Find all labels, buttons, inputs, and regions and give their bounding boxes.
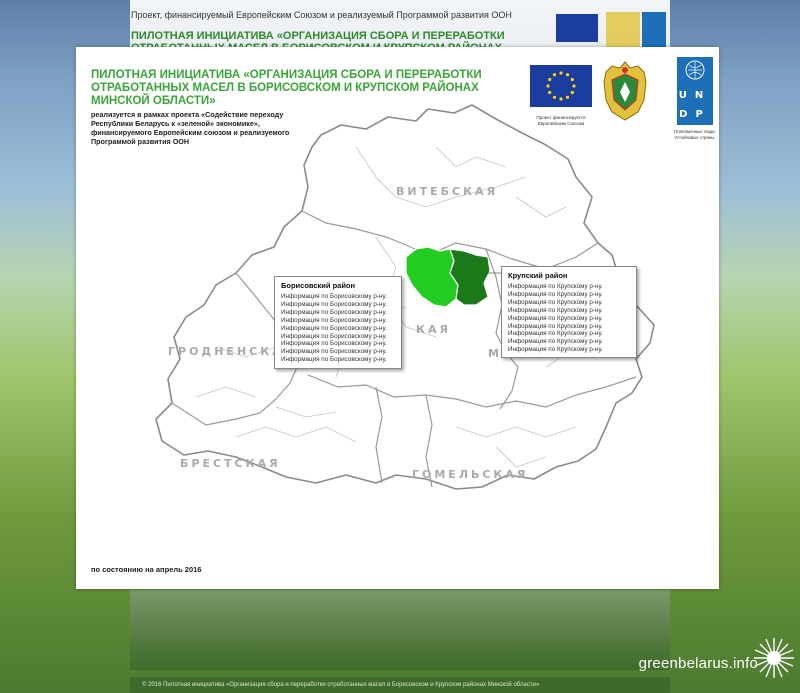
callout-borisov-line: Информация по Борисовскому р-ну. xyxy=(281,340,387,348)
svg-text:UN: UN xyxy=(679,90,712,101)
region-label-minsk: КАЯ xyxy=(416,323,451,336)
callout-borisov-line: Информация по Борисовскому р-ну. xyxy=(281,308,387,316)
callout-krupki-title: Крупский район xyxy=(508,271,568,280)
callout-borisov: Борисовский район Информация по Борисовс… xyxy=(274,276,402,369)
background-logos xyxy=(556,12,666,50)
callout-krupki-line: Информация по Крупскому р-ну. xyxy=(508,298,603,306)
callout-krupki-line: Информация по Крупскому р-ну. xyxy=(508,322,603,330)
svg-text:DP: DP xyxy=(679,109,711,120)
callout-borisov-line: Информация по Борисовскому р-ну. xyxy=(281,348,387,356)
panel-title: ПИЛОТНАЯ ИНИЦИАТИВА «ОРГАНИЗАЦИЯ СБОРА И… xyxy=(91,69,482,107)
callout-krupki-line: Информация по Крупскому р-ну. xyxy=(508,346,603,354)
background-trees xyxy=(130,590,670,670)
map-panel: ВИТЕБСКАЯ ГРОДНЕНСКАЯ КАЯ МОГИЛЕВСКАЯ БР… xyxy=(76,47,719,589)
borisov-district xyxy=(405,246,459,308)
sun-logo-icon xyxy=(754,638,794,678)
eu-caption: Проект финансируется Европейским Союзом xyxy=(536,115,586,126)
oblast-border-brest-gomel xyxy=(307,374,637,408)
callout-krupki-line: Информация по Крупскому р-ну. xyxy=(508,306,603,314)
panel-subtitle: реализуется в рамках проекта «Содействие… xyxy=(91,110,290,146)
callout-borisov-line: Информация по Борисовскому р-ну. xyxy=(281,332,387,340)
callout-krupki-line: Информация по Крупскому р-ну. xyxy=(508,290,603,298)
oblast-border-brest xyxy=(375,386,383,484)
callout-borisov-list: Информация по Борисовскому р-ну. Информа… xyxy=(281,293,395,364)
callout-borisov-line: Информация по Борисовскому р-ну. xyxy=(281,356,387,364)
callout-krupki: Крупский район Информация по Крупскому р… xyxy=(501,266,637,358)
callout-krupki-line: Информация по Крупскому р-ну. xyxy=(508,314,603,322)
coat-of-arms-logo xyxy=(603,61,647,121)
krupki-district xyxy=(449,248,491,306)
callout-borisov-line: Информация по Борисовскому р-ну. xyxy=(281,316,387,324)
undp-logo: UN DP xyxy=(677,57,713,125)
callout-borisov-line: Информация по Борисовскому р-ну. xyxy=(281,293,387,300)
callout-borisov-line: Информация по Борисовскому р-ну. xyxy=(281,300,387,308)
callout-krupki-line: Информация по Крупскому р-ну. xyxy=(508,330,603,338)
region-label-brest: БРЕСТСКАЯ xyxy=(180,457,281,470)
callout-borisov-line: Информация по Борисовскому р-ну. xyxy=(281,324,387,332)
eu-flag-logo xyxy=(530,65,592,107)
callout-krupki-line: Информация по Крупскому р-ну. xyxy=(508,338,603,346)
panel-date: по состоянию на апрель 2016 xyxy=(91,565,202,574)
undp-caption: Полномочные люди. Устойчивые страны. xyxy=(674,129,716,140)
site-brand-link[interactable]: greenbelarus.info xyxy=(639,655,758,672)
region-label-gomel: ГОМЕЛЬСКАЯ xyxy=(412,468,528,481)
callout-krupki-list: Информация по Крупскому р-ну. Информация… xyxy=(508,283,630,354)
callout-borisov-title: Борисовский район xyxy=(281,281,356,290)
region-label-vitebsk: ВИТЕБСКАЯ xyxy=(396,185,498,198)
footer-text: © 2016 Пилотная инициатива «Организация … xyxy=(130,677,670,693)
callout-krupki-line: Информация по Крупскому р-ну. xyxy=(508,283,603,290)
background-header-text: Проект, финансируемый Европейским Союзом… xyxy=(131,10,512,20)
